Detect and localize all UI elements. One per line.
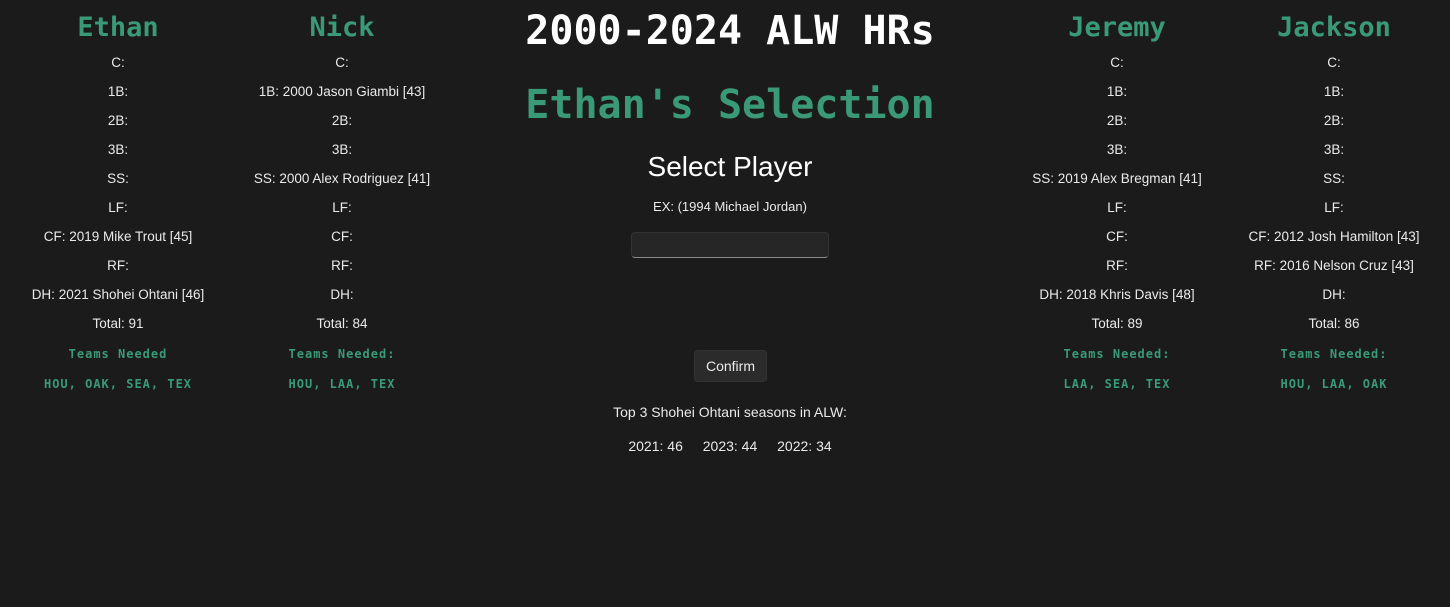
- position-1b: 1B:: [1106, 84, 1128, 99]
- position-2b: 2B:: [331, 113, 353, 128]
- position-lf: LF:: [332, 200, 352, 215]
- total-hrs: Total: 84: [316, 316, 368, 331]
- total-hrs: Total: 89: [1091, 316, 1143, 331]
- position-dh: DH:: [330, 287, 354, 302]
- position-dh: DH:: [1322, 287, 1346, 302]
- confirm-button[interactable]: Confirm: [694, 350, 767, 382]
- position-ss: SS: 2000 Alex Rodriguez [41]: [253, 171, 431, 186]
- top3-seasons: 2021: 46 2023: 44 2022: 34: [470, 436, 990, 456]
- selection-title: Ethan's Selection: [525, 82, 935, 128]
- total-hrs: Total: 91: [92, 316, 144, 331]
- page-title: 2000-2024 ALW HRs: [525, 8, 935, 54]
- position-cf: CF:: [1106, 229, 1128, 244]
- season-item: 2021: 46: [628, 438, 683, 454]
- position-c: C:: [111, 55, 125, 70]
- player-column-jackson: Jackson C: 1B: 2B: 3B: SS: LF: CF: 2012 …: [1224, 8, 1444, 400]
- position-cf: CF: 2019 Mike Trout [45]: [43, 229, 193, 244]
- position-dh: DH: 2018 Khris Davis [48]: [1039, 287, 1195, 302]
- player-column-nick: Nick C: 1B: 2000 Jason Giambi [43] 2B: 3…: [232, 8, 452, 400]
- position-ss: SS: 2019 Alex Bregman [41]: [1032, 171, 1202, 186]
- position-lf: LF:: [1107, 200, 1127, 215]
- player-name: Jeremy: [1068, 12, 1166, 43]
- player-column-ethan: Ethan C: 1B: 2B: 3B: SS: LF: CF: 2019 Mi…: [8, 8, 228, 400]
- position-3b: 3B:: [331, 142, 353, 157]
- select-player-heading: Select Player: [647, 151, 813, 182]
- teams-needed-label: Teams Needed:: [1280, 347, 1388, 361]
- position-rf: RF:: [107, 258, 129, 273]
- player-name: Ethan: [77, 12, 159, 43]
- position-cf: CF:: [331, 229, 353, 244]
- season-item: 2023: 44: [702, 438, 758, 454]
- player-name: Nick: [309, 12, 375, 43]
- position-1b: 1B:: [107, 84, 129, 99]
- position-c: C:: [1327, 55, 1341, 70]
- position-2b: 2B:: [1106, 113, 1128, 128]
- teams-needed-label: Teams Needed:: [1063, 347, 1171, 361]
- position-rf: RF:: [331, 258, 353, 273]
- teams-needed-list: HOU, LAA, OAK: [1280, 377, 1388, 391]
- teams-needed-list: LAA, SEA, TEX: [1063, 377, 1171, 391]
- position-ss: SS:: [1323, 171, 1345, 186]
- position-lf: LF:: [108, 200, 128, 215]
- player-name: Jackson: [1277, 12, 1391, 43]
- position-2b: 2B:: [107, 113, 129, 128]
- position-1b: 1B:: [1323, 84, 1345, 99]
- position-3b: 3B:: [1323, 142, 1345, 157]
- position-rf: RF:: [1106, 258, 1128, 273]
- teams-needed-list: HOU, OAK, SEA, TEX: [43, 377, 193, 391]
- top3-label: Top 3 Shohei Ohtani seasons in ALW:: [613, 404, 847, 420]
- position-dh: DH: 2021 Shohei Ohtani [46]: [31, 287, 205, 302]
- teams-needed-label: Teams Needed: [68, 347, 168, 361]
- position-ss: SS:: [107, 171, 129, 186]
- position-3b: 3B:: [1106, 142, 1128, 157]
- position-1b: 1B: 2000 Jason Giambi [43]: [258, 84, 426, 99]
- position-cf: CF: 2012 Josh Hamilton [43]: [1248, 229, 1420, 244]
- player-column-jeremy: Jeremy C: 1B: 2B: 3B: SS: 2019 Alex Breg…: [1007, 8, 1227, 400]
- position-c: C:: [335, 55, 349, 70]
- season-item: 2022: 34: [777, 438, 832, 454]
- position-2b: 2B:: [1323, 113, 1345, 128]
- teams-needed-list: HOU, LAA, TEX: [288, 377, 396, 391]
- example-hint: EX: (1994 Michael Jordan): [653, 199, 807, 214]
- position-lf: LF:: [1324, 200, 1344, 215]
- position-3b: 3B:: [107, 142, 129, 157]
- teams-needed-label: Teams Needed:: [288, 347, 396, 361]
- player-search-input[interactable]: [631, 232, 829, 258]
- position-rf: RF: 2016 Nelson Cruz [43]: [1254, 258, 1414, 273]
- position-c: C:: [1110, 55, 1124, 70]
- total-hrs: Total: 86: [1308, 316, 1360, 331]
